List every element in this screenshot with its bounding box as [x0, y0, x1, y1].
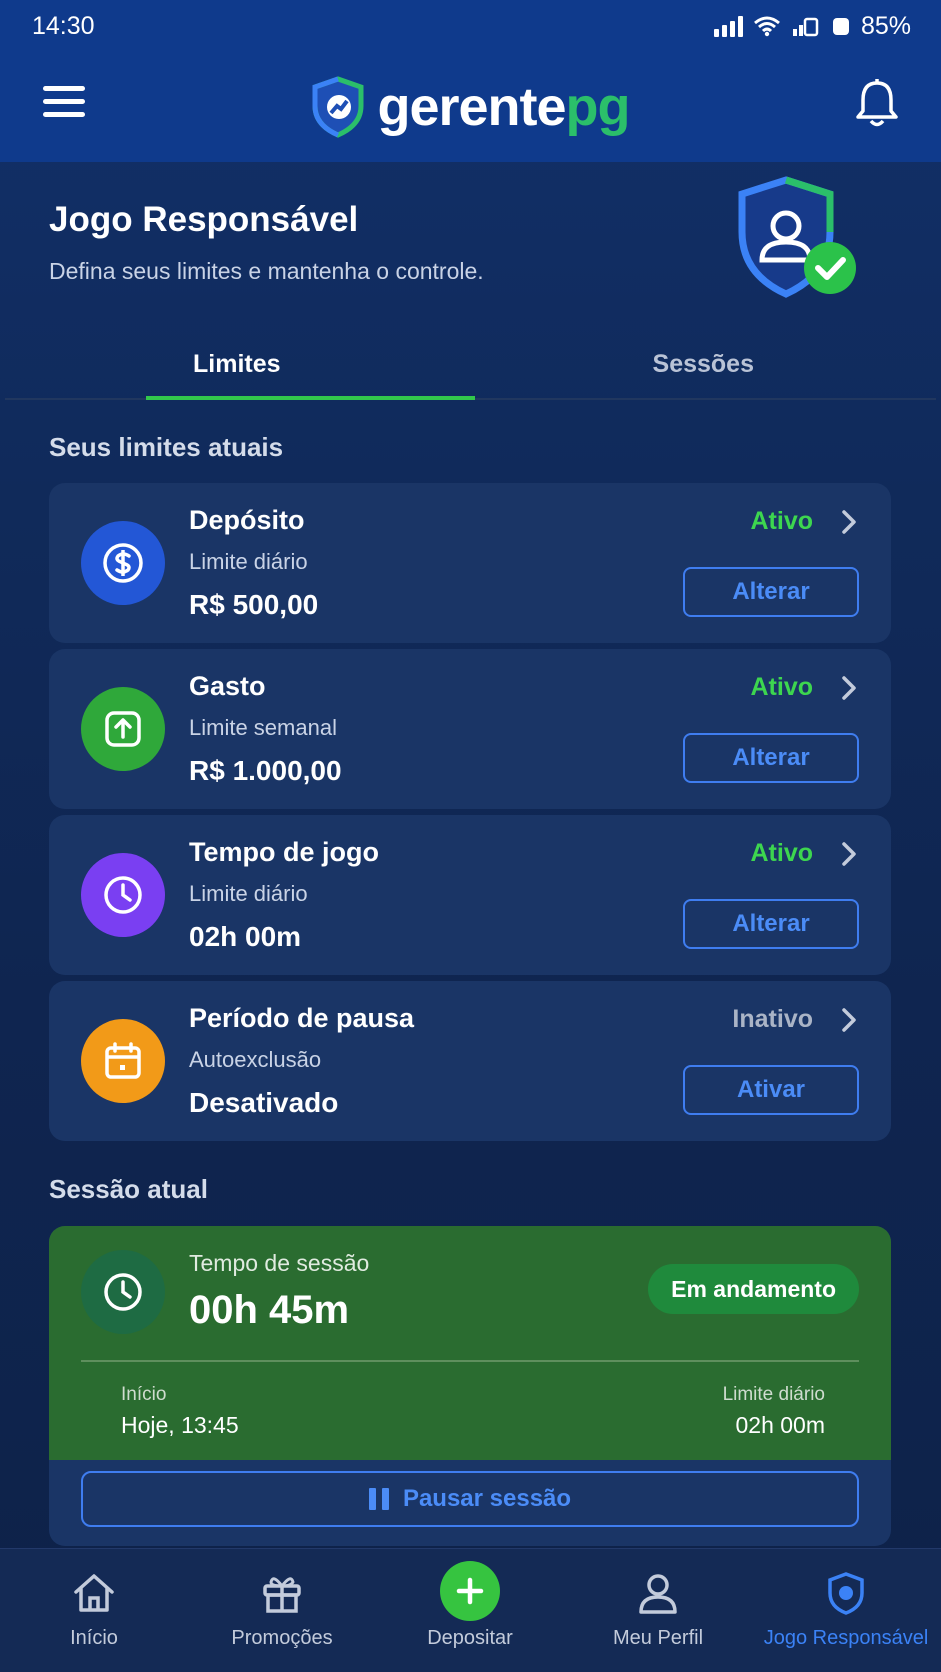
- nav-item-depositar[interactable]: Depositar: [376, 1549, 564, 1672]
- bell-icon: [856, 79, 898, 127]
- tab-bar: Limites Sessões: [5, 330, 936, 400]
- pause-session-label: Pausar sessão: [402, 1485, 572, 1512]
- limits-section-title: Seus limites atuais: [49, 432, 284, 462]
- tab-label: Limites: [193, 349, 281, 378]
- tab-sessoes[interactable]: Sessões: [471, 330, 937, 398]
- limit-value: Desativado: [189, 1087, 339, 1118]
- tab-label: Sessões: [652, 349, 754, 378]
- session-status-badge: Em andamento: [648, 1264, 859, 1314]
- chevron-right-icon[interactable]: [837, 839, 861, 869]
- current-session-card: Tempo de sessão 00h 45m Em andamento Iní…: [49, 1226, 891, 1546]
- menu-button[interactable]: [43, 86, 85, 122]
- limit-card-gasto[interactable]: Gasto Limite semanal R$ 1.000,00 Ativo A…: [49, 649, 891, 809]
- chevron-right-icon[interactable]: [837, 1005, 861, 1035]
- limit-title: Período de pausa: [189, 1003, 415, 1033]
- app-logo[interactable]: gerentepg: [311, 76, 631, 138]
- shield-user-check-icon: [738, 176, 856, 298]
- user-icon: [632, 1567, 684, 1619]
- status-time: 14:30: [32, 11, 95, 40]
- limit-period: Limite diário: [189, 881, 308, 906]
- nav-label: Início: [70, 1627, 118, 1649]
- clock-icon: [81, 853, 165, 937]
- status-badge: Ativo: [750, 673, 814, 701]
- pause-icon: [368, 1488, 389, 1510]
- limit-card-deposito[interactable]: Depósito Limite diário R$ 500,00 Ativo A…: [49, 483, 891, 643]
- limit-period: Limite diário: [189, 549, 308, 574]
- dollar-icon: [81, 521, 165, 605]
- status-icons: 85%: [713, 11, 911, 41]
- limit-title: Tempo de jogo: [189, 837, 379, 867]
- nav-item-promocoes[interactable]: Promoções: [188, 1549, 376, 1672]
- status-badge: Inativo: [732, 1005, 813, 1033]
- session-limit-label: Limite diário: [722, 1384, 825, 1405]
- status-badge: Ativo: [750, 839, 814, 867]
- wifi-icon: [753, 16, 780, 37]
- limit-period: Autoexclusão: [189, 1047, 322, 1072]
- logo-text-part2: pg: [565, 77, 631, 137]
- logo-text: gerentepg: [377, 76, 631, 138]
- nav-label: Promoções: [231, 1627, 333, 1649]
- limit-card-periodo-de-pausa[interactable]: Período de pausa Autoexclusão Desativado…: [49, 981, 891, 1141]
- session-time-value: 00h 45m: [189, 1288, 350, 1332]
- chevron-right-icon[interactable]: [837, 673, 861, 703]
- divider: [81, 1360, 859, 1362]
- session-time-label: Tempo de sessão: [189, 1250, 370, 1276]
- battery-icon: [832, 18, 849, 35]
- shield-icon: [820, 1567, 872, 1619]
- alterar-button[interactable]: Alterar: [683, 567, 859, 617]
- nav-item-meu-perfil[interactable]: Meu Perfil: [564, 1549, 752, 1672]
- hero-section: Jogo Responsável Defina seus limites e m…: [0, 162, 941, 322]
- nav-label: Meu Perfil: [612, 1627, 704, 1649]
- alterar-button[interactable]: Alterar: [683, 733, 859, 783]
- plus-icon: [440, 1561, 500, 1621]
- limit-card-tempo-de-jogo[interactable]: Tempo de jogo Limite diário 02h 00m Ativ…: [49, 815, 891, 975]
- limit-title: Gasto: [189, 671, 266, 701]
- ativar-button[interactable]: Ativar: [683, 1065, 859, 1115]
- menu-icon-line: [43, 86, 85, 91]
- session-limit-value: 02h 00m: [735, 1412, 825, 1438]
- session-section-title: Sessão atual: [49, 1174, 208, 1204]
- clock-icon: [81, 1250, 165, 1334]
- status-badge: Ativo: [750, 507, 814, 535]
- tab-limites[interactable]: Limites: [5, 330, 475, 400]
- chevron-right-icon[interactable]: [837, 507, 861, 537]
- logo-text-part1: gerente: [377, 77, 566, 137]
- home-icon: [68, 1567, 120, 1619]
- upload-icon: [81, 687, 165, 771]
- battery-level: 85%: [860, 11, 911, 40]
- signal-icon: [713, 15, 743, 37]
- calendar-icon: [81, 1019, 165, 1103]
- gift-icon: [256, 1567, 308, 1619]
- screen: 14:30 85% gerentepg Jogo Responsável Def…: [0, 0, 941, 1672]
- session-start-value: Hoje, 13:45: [121, 1412, 239, 1438]
- bottom-navigation: Início Promoções Depositar Meu Perfil Jo…: [0, 1548, 941, 1672]
- page-title: Jogo Responsável: [49, 200, 359, 239]
- nav-label: Depositar: [427, 1627, 513, 1649]
- app-header: gerentepg: [0, 52, 941, 162]
- data-signal-icon: [792, 17, 819, 37]
- logo-shield-icon: [312, 76, 364, 138]
- status-bar: 14:30 85%: [0, 0, 941, 52]
- limit-value: 02h 00m: [189, 921, 302, 952]
- limit-period: Limite semanal: [189, 715, 337, 740]
- notifications-button[interactable]: [855, 78, 899, 128]
- pause-session-button[interactable]: Pausar sessão: [81, 1471, 859, 1527]
- page-subtitle: Defina seus limites e mantenha o control…: [49, 258, 484, 284]
- limit-value: R$ 1.000,00: [189, 755, 342, 786]
- session-start-label: Início: [121, 1384, 167, 1405]
- menu-icon-line: [43, 112, 85, 117]
- nav-item-jogo-responsavel[interactable]: Jogo Responsável: [752, 1549, 940, 1672]
- nav-label: Jogo Responsável: [763, 1627, 929, 1649]
- limit-title: Depósito: [189, 505, 305, 535]
- menu-icon-line: [43, 99, 85, 104]
- alterar-button[interactable]: Alterar: [683, 899, 859, 949]
- limit-value: R$ 500,00: [189, 589, 319, 620]
- nav-item-inicio[interactable]: Início: [0, 1549, 188, 1672]
